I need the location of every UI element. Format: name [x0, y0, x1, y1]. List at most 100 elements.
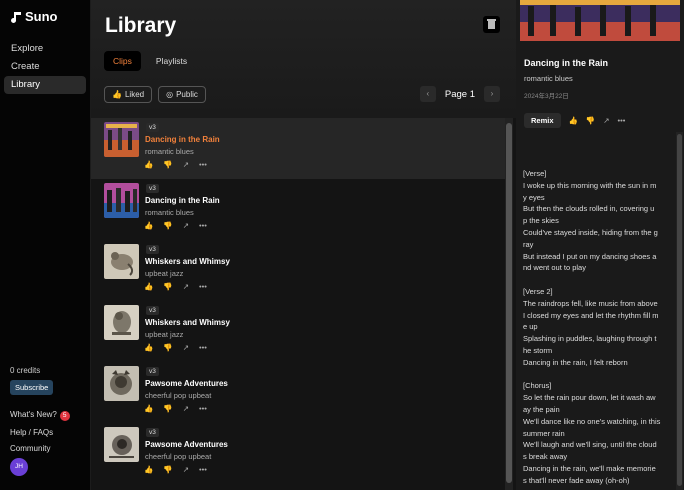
list-item[interactable]: v3 Pawsome Adventures cheerful pop upbea…: [91, 423, 505, 484]
thumbs-up-icon[interactable]: 👍: [144, 160, 153, 169]
thumbs-down-icon[interactable]: 👎: [163, 465, 172, 474]
suno-logo[interactable]: Suno: [10, 9, 58, 24]
cover-art-image: [104, 244, 139, 279]
liked-filter-button[interactable]: 👍 Liked: [104, 86, 153, 103]
clip-title[interactable]: Pawsome Adventures: [145, 440, 228, 449]
scrollbar-thumb[interactable]: [506, 123, 512, 483]
clip-title[interactable]: Dancing in the Rain: [145, 196, 220, 205]
list-item[interactable]: v3 Dancing in the Rain romantic blues 👍 👎…: [91, 118, 505, 179]
subscribe-button[interactable]: Subscribe: [10, 380, 54, 395]
next-page-button[interactable]: ›: [484, 86, 500, 102]
lyrics-scrollbar[interactable]: [676, 132, 683, 490]
sidebar-item-library[interactable]: Library: [4, 76, 86, 94]
share-icon[interactable]: ↗: [183, 404, 189, 413]
clip-actions: 👍 👎 ↗ •••: [144, 404, 207, 413]
song-date: 2024年3月22日: [524, 93, 569, 100]
clip-actions: 👍 👎 ↗ •••: [144, 160, 207, 169]
sidebar-item-create[interactable]: Create: [4, 58, 86, 76]
cover-art-image: [520, 0, 680, 41]
thumbs-down-icon[interactable]: 👎: [163, 282, 172, 291]
song-actions: Remix 👍 👎 ↗ •••: [524, 113, 625, 128]
scrollbar-thumb[interactable]: [677, 134, 682, 486]
list-item[interactable]: v3 Whiskers and Whimsy upbeat jazz 👍 👎 ↗ ••…: [91, 301, 505, 362]
thumbs-down-icon[interactable]: 👎: [163, 343, 172, 352]
thumbs-down-icon[interactable]: 👎: [163, 160, 172, 169]
library-header: Library Clips Playlists 👍 Liked ◎ Public ‹…: [91, 0, 516, 118]
clip-actions: 👍 👎 ↗ •••: [144, 343, 207, 352]
clip-title[interactable]: Whiskers and Whimsy: [145, 257, 230, 266]
filter-bar: 👍 Liked ◎ Public: [104, 86, 206, 103]
tab-bar: Clips Playlists: [104, 51, 196, 71]
notification-badge: 5: [59, 411, 70, 421]
whats-new-label: What's New?: [10, 410, 57, 419]
more-icon[interactable]: •••: [199, 343, 207, 352]
thumbs-up-icon[interactable]: 👍: [569, 116, 578, 125]
clip-title[interactable]: Dancing in the Rain: [145, 135, 220, 144]
brand-name: Suno: [25, 9, 58, 24]
thumbs-up-icon[interactable]: 👍: [144, 343, 153, 352]
lyrics-text: [Verse] I woke up this morning with the …: [523, 169, 661, 485]
clip-title[interactable]: Pawsome Adventures: [145, 379, 228, 388]
clip-list: v3 Dancing in the Rain romantic blues 👍 👎…: [91, 118, 505, 490]
clip-genre: cheerful pop upbeat: [145, 452, 212, 461]
version-badge: v3: [146, 367, 159, 376]
more-icon[interactable]: •••: [199, 282, 207, 291]
thumbs-down-icon[interactable]: 👎: [163, 404, 172, 413]
song-genre: romantic blues: [524, 74, 573, 83]
version-badge: v3: [146, 428, 159, 437]
tab-playlists[interactable]: Playlists: [147, 51, 196, 71]
prev-page-button[interactable]: ‹: [419, 86, 436, 102]
thumbs-up-icon[interactable]: 👍: [144, 282, 153, 291]
share-icon[interactable]: ↗: [183, 343, 189, 352]
tab-clips[interactable]: Clips: [104, 51, 141, 71]
community-link[interactable]: Community: [10, 444, 50, 453]
page-title: Library: [105, 14, 177, 37]
more-icon[interactable]: •••: [618, 116, 626, 125]
library-panel: Library Clips Playlists 👍 Liked ◎ Public ‹…: [91, 0, 516, 490]
more-icon[interactable]: •••: [199, 404, 207, 413]
liked-label: Liked: [124, 90, 145, 99]
thumbs-up-icon: 👍: [112, 90, 122, 99]
list-item[interactable]: v3 Dancing in the Rain romantic blues 👍 👎…: [91, 179, 505, 240]
clip-actions: 👍 👎 ↗ •••: [144, 282, 207, 291]
clip-list-scrollbar[interactable]: [505, 118, 513, 490]
thumbs-up-icon[interactable]: 👍: [144, 465, 153, 474]
cover-art-image: [104, 122, 139, 157]
sidebar-item-explore[interactable]: Explore: [4, 40, 86, 58]
more-icon[interactable]: •••: [199, 465, 207, 474]
clip-actions: 👍 👎 ↗ •••: [144, 465, 207, 474]
share-icon[interactable]: ↗: [183, 282, 189, 291]
thumbs-up-icon[interactable]: 👍: [144, 221, 153, 230]
version-badge: v3: [146, 184, 159, 193]
share-icon[interactable]: ↗: [183, 221, 189, 230]
more-icon[interactable]: •••: [199, 221, 207, 230]
whats-new-link[interactable]: What's New? 5: [10, 410, 70, 421]
thumbs-up-icon[interactable]: 👍: [144, 404, 153, 413]
song-detail-panel: Dancing in the Rain romantic blues 2024年…: [516, 0, 684, 490]
thumbs-down-icon[interactable]: 👎: [163, 221, 172, 230]
pagination: ‹ Page 1 ›: [419, 86, 500, 102]
share-icon[interactable]: ↗: [183, 465, 189, 474]
list-item[interactable]: v3 Pawsome Adventures cheerful pop upbea…: [91, 362, 505, 423]
list-item[interactable]: v3 Whiskers and Whimsy upbeat jazz 👍 👎 ↗ ••…: [91, 240, 505, 301]
public-filter-button[interactable]: ◎ Public: [158, 86, 206, 103]
avatar[interactable]: JH: [10, 458, 28, 476]
thumbs-down-icon[interactable]: 👎: [586, 116, 595, 125]
help-link[interactable]: Help / FAQs: [10, 428, 53, 437]
clip-genre: romantic blues: [145, 208, 194, 217]
share-icon[interactable]: ↗: [603, 116, 609, 125]
clip-genre: cheerful pop upbeat: [145, 391, 212, 400]
more-icon[interactable]: •••: [199, 160, 207, 169]
page-indicator: Page 1: [444, 88, 475, 100]
cover-art-image: [104, 305, 139, 340]
cover-art-image: [104, 183, 139, 218]
sidebar: Suno Explore Create Library 0 credits Su…: [0, 0, 91, 490]
trash-icon[interactable]: [483, 16, 500, 33]
share-icon[interactable]: ↗: [183, 160, 189, 169]
clip-title[interactable]: Whiskers and Whimsy: [145, 318, 230, 327]
version-badge: v3: [146, 123, 159, 132]
suno-app: Suno Explore Create Library 0 credits Su…: [0, 0, 684, 490]
public-label: Public: [176, 90, 198, 99]
cover-art-image: [104, 427, 139, 462]
remix-button[interactable]: Remix: [524, 113, 561, 128]
